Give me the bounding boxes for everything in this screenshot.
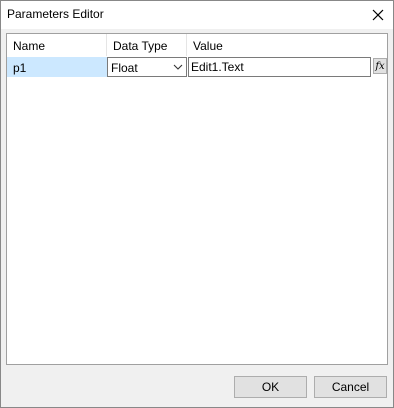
parameters-grid[interactable]: Name Data Type Value p1 Float Edit1.Text… <box>6 33 388 365</box>
expression-button[interactable]: fx <box>373 58 387 74</box>
cancel-button[interactable]: Cancel <box>314 376 387 398</box>
title-bar: Parameters Editor <box>1 1 393 29</box>
data-type-value: Float <box>111 61 138 75</box>
column-header-value[interactable]: Value <box>187 34 387 56</box>
window-title: Parameters Editor <box>7 7 104 21</box>
close-icon <box>372 9 384 21</box>
function-icon: fx <box>375 60 385 72</box>
data-type-select[interactable]: Float <box>107 57 187 77</box>
dialog-body: Name Data Type Value p1 Float Edit1.Text… <box>1 29 393 407</box>
name-cell[interactable]: p1 <box>7 57 107 77</box>
value-input[interactable]: Edit1.Text <box>188 57 371 77</box>
chevron-down-icon <box>173 64 183 70</box>
parameters-editor-window: Parameters Editor Name Data Type Value p… <box>0 0 394 408</box>
column-header-name[interactable]: Name <box>7 34 107 56</box>
close-button[interactable] <box>363 1 393 29</box>
ok-button[interactable]: OK <box>234 376 307 398</box>
column-header-data-type[interactable]: Data Type <box>107 34 187 56</box>
